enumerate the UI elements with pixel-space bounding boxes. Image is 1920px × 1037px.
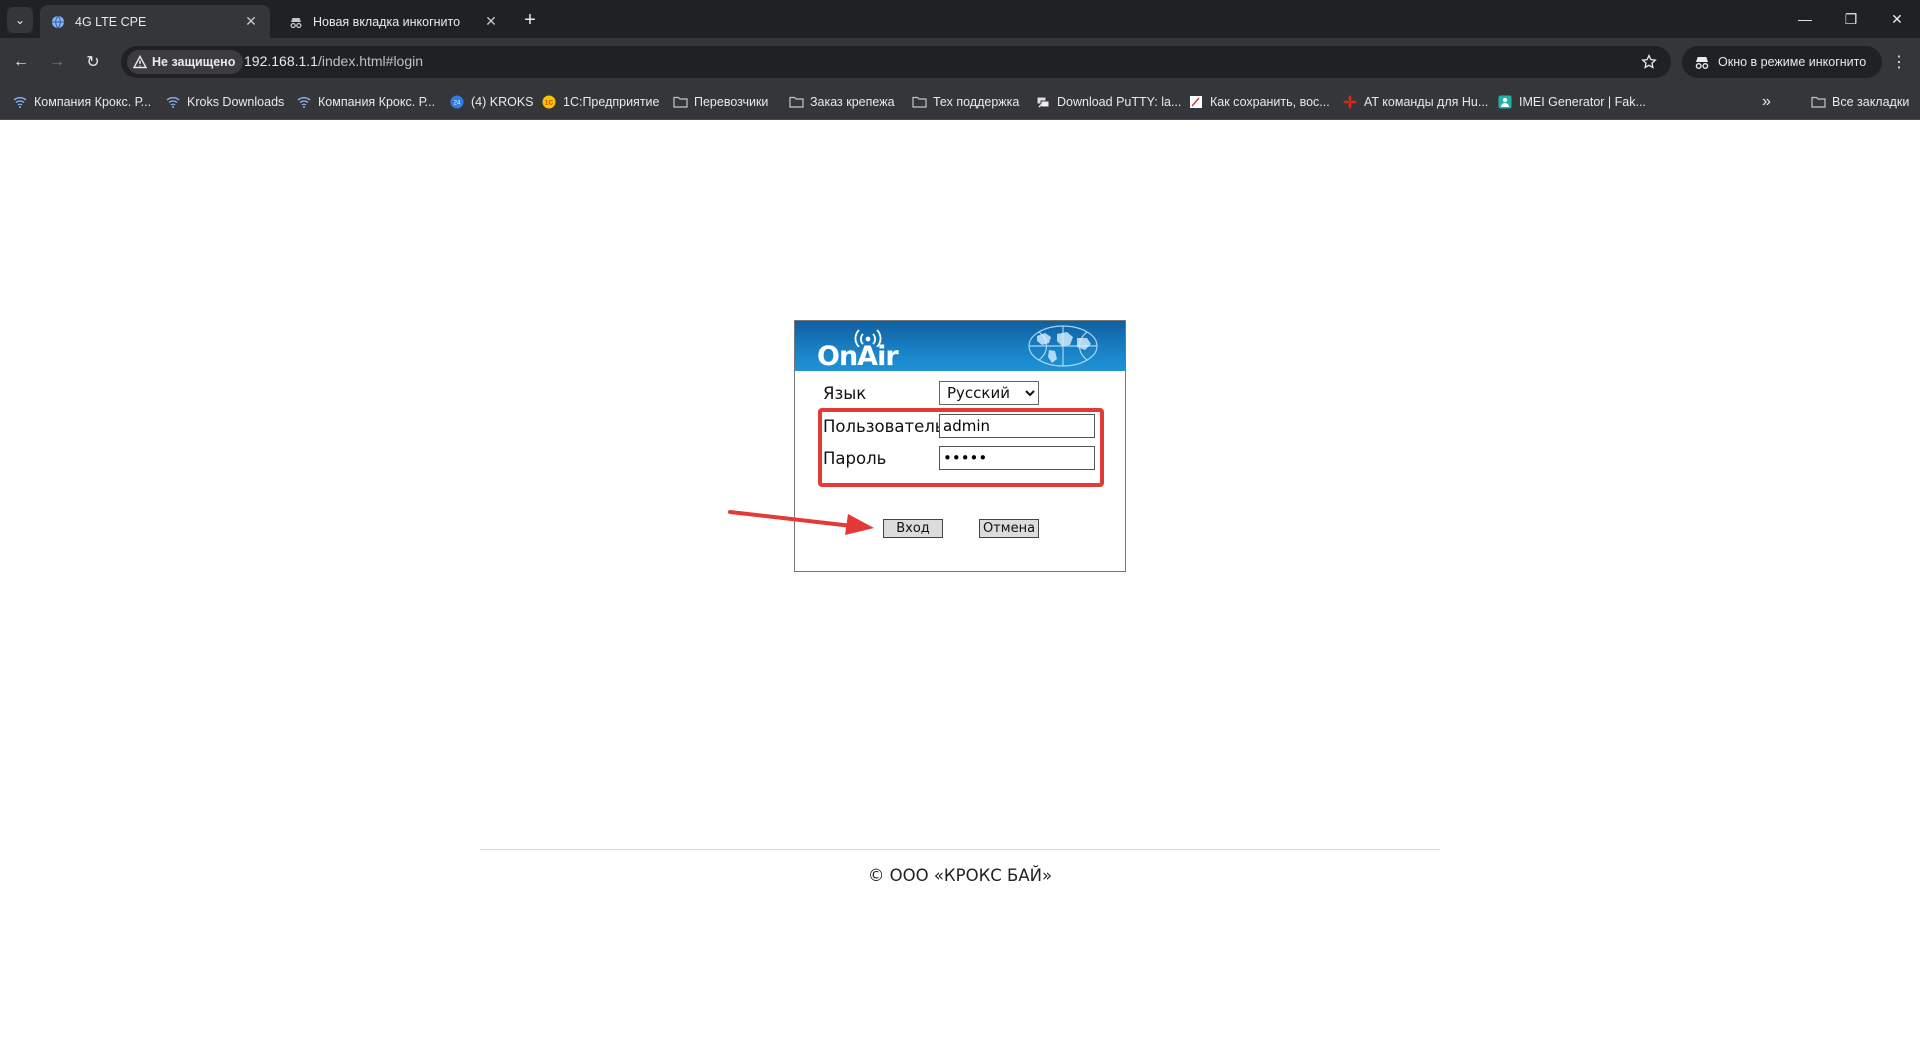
security-chip[interactable]: Не защищено — [127, 50, 244, 74]
folder-icon — [911, 94, 927, 110]
world-map-icon — [1028, 325, 1098, 367]
arrow-right-icon: → — [49, 53, 65, 70]
close-icon[interactable]: ✕ — [242, 13, 260, 31]
incognito-label: Окно в режиме инкогнито — [1718, 55, 1867, 69]
url-path: /index.html#login — [317, 53, 424, 69]
reload-icon: ↻ — [86, 54, 100, 71]
bookmark-item[interactable]: Перевозчики — [672, 92, 768, 112]
password-label: Пароль — [823, 448, 887, 468]
close-icon[interactable]: ✕ — [482, 13, 500, 31]
page-icon — [1188, 94, 1204, 110]
close-icon: ✕ — [1891, 10, 1903, 27]
username-label: Пользователь — [823, 416, 945, 436]
password-input[interactable] — [939, 446, 1095, 470]
language-select[interactable]: Русский — [939, 381, 1039, 405]
1c-icon: 1С — [541, 94, 557, 110]
more-bookmarks-button[interactable]: » — [1762, 92, 1771, 112]
wifi-icon — [296, 94, 312, 110]
incognito-icon — [288, 14, 304, 30]
bookmark-item[interactable]: Компания Крокс. Р... — [12, 92, 151, 112]
bookmark-star-icon[interactable] — [1639, 52, 1659, 72]
bookmark-item[interactable]: Компания Крокс. Р... — [296, 92, 435, 112]
tab-4g-lte-cpe[interactable]: 4G LTE CPE ✕ — [40, 5, 270, 38]
tab-title: 4G LTE CPE — [75, 14, 147, 29]
bookmark-item[interactable]: Заказ крепежа — [788, 92, 895, 112]
bookmark-item[interactable]: Download PuTTY: la... — [1035, 92, 1181, 112]
onair-logo: OnAir — [817, 341, 899, 371]
username-input[interactable] — [939, 414, 1095, 438]
username-row: Пользователь — [823, 414, 1095, 438]
password-row: Пароль — [823, 446, 1095, 470]
back-button[interactable]: ← — [8, 49, 34, 75]
login-button[interactable]: Вход — [883, 519, 943, 538]
tab-incognito-new[interactable]: Новая вкладка инкогнито ✕ — [278, 5, 510, 38]
tab-strip: ⌄ 4G LTE CPE ✕ Новая вкладка инкогнито ✕… — [0, 0, 1920, 38]
bitrix24-icon: 24 — [449, 94, 465, 110]
bookmark-item[interactable]: Как сохранить, вос... — [1188, 92, 1330, 112]
tab-title: Новая вкладка инкогнито — [313, 14, 461, 29]
url-text[interactable]: 192.168.1.1/index.html#login — [244, 53, 423, 69]
new-tab-button[interactable]: + — [518, 8, 542, 32]
footer-divider — [480, 849, 1440, 850]
putty-icon — [1035, 94, 1051, 110]
close-window-button[interactable]: ✕ — [1874, 0, 1920, 38]
folder-icon — [788, 94, 804, 110]
svg-text:24: 24 — [454, 101, 461, 107]
bookmark-item[interactable]: 1С 1С:Предприятие — [541, 92, 660, 112]
double-chevron-right-icon: » — [1762, 93, 1771, 110]
folder-icon — [1810, 94, 1826, 110]
incognito-indicator[interactable]: Окно в режиме инкогнито — [1682, 46, 1883, 78]
cancel-button[interactable]: Отмена — [979, 519, 1039, 538]
browser-menu-button[interactable]: ⋮ — [1886, 49, 1912, 75]
svg-text:1С: 1С — [545, 100, 554, 107]
more-vert-icon: ⋮ — [1891, 54, 1907, 71]
wifi-icon — [12, 94, 28, 110]
footer-copyright: © ООО «КРОКС БАЙ» — [867, 866, 1053, 885]
browser-toolbar: ← → ↻ Не защищено 192.168.1.1/index.html… — [0, 38, 1920, 84]
huawei-icon — [1342, 94, 1358, 110]
url-host: 192.168.1.1 — [244, 53, 318, 69]
plus-icon: + — [524, 8, 536, 31]
incognito-icon — [1694, 54, 1710, 70]
language-row: Язык Русский — [823, 381, 1039, 405]
bookmark-item[interactable]: AT команды для Hu... — [1342, 92, 1488, 112]
arrow-left-icon: ← — [13, 53, 29, 70]
minimize-icon: — — [1798, 11, 1812, 27]
chevron-down-icon: ⌄ — [14, 13, 26, 27]
wifi-icon — [165, 94, 181, 110]
globe-icon — [50, 14, 66, 30]
forward-button[interactable]: → — [44, 49, 70, 75]
all-bookmarks-button[interactable]: Все закладки — [1810, 92, 1909, 112]
restore-icon: ❐ — [1844, 10, 1858, 27]
bookmark-item[interactable]: 24 (4) KROKS — [449, 92, 534, 112]
warning-icon — [133, 55, 147, 69]
login-header: OnAir — [795, 321, 1125, 371]
tab-search-button[interactable]: ⌄ — [7, 7, 33, 33]
imei-icon — [1497, 94, 1513, 110]
language-label: Язык — [823, 383, 867, 403]
bookmarks-bar: Компания Крокс. Р... Kroks Downloads Ком… — [0, 84, 1920, 120]
reload-button[interactable]: ↻ — [80, 49, 106, 75]
annotation-arrow-icon — [728, 510, 874, 535]
bookmark-item[interactable]: IMEI Generator | Fak... — [1497, 92, 1646, 112]
minimize-button[interactable]: — — [1782, 0, 1828, 38]
security-label: Не защищено — [152, 55, 236, 69]
address-bar[interactable]: Не защищено 192.168.1.1/index.html#login — [121, 46, 1671, 78]
bookmark-item[interactable]: Kroks Downloads — [165, 92, 284, 112]
bookmark-item[interactable]: Тех поддержка — [911, 92, 1019, 112]
restore-button[interactable]: ❐ — [1828, 0, 1874, 38]
folder-icon — [672, 94, 688, 110]
